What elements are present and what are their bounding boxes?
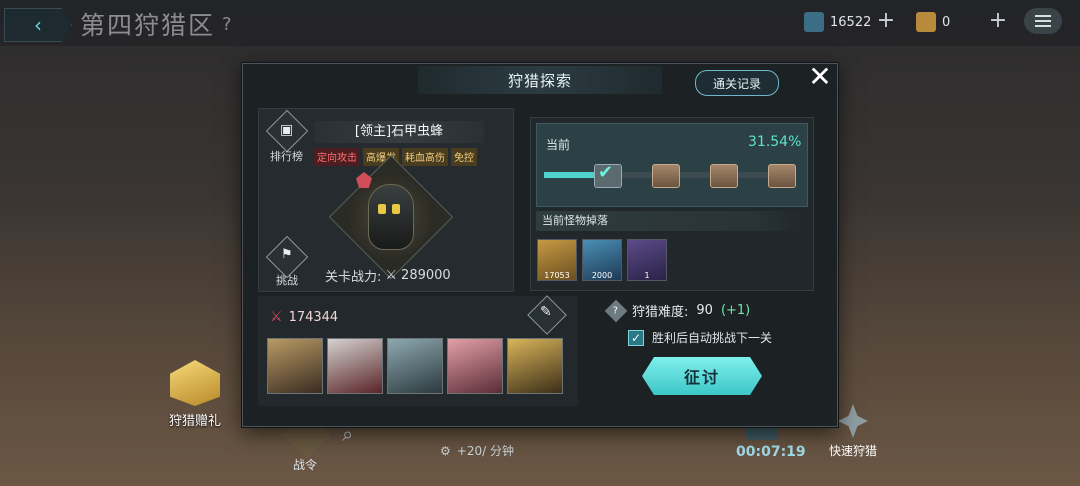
quick-hunt-icon: [838, 404, 868, 438]
team-power-value: 174344: [288, 309, 339, 325]
hero-slot[interactable]: [327, 338, 383, 394]
hero-slot[interactable]: [267, 338, 323, 394]
boss-eye: [378, 204, 386, 214]
reward-chest[interactable]: [710, 164, 738, 188]
reward-chest[interactable]: [652, 164, 680, 188]
boss-portrait: [368, 184, 414, 250]
gift-icon: [170, 360, 220, 406]
battle-pass-label: 战令: [293, 458, 318, 472]
hunt-gift-label: 狩猎赠礼: [168, 414, 221, 429]
stage-power-value: 289000: [401, 268, 451, 283]
drops-label: 当前怪物掉落: [536, 211, 804, 231]
boss-tag: 耗血高伤: [402, 148, 448, 166]
boss-tag: 定向攻击: [314, 148, 360, 166]
auto-challenge-checkbox[interactable]: ✓: [628, 329, 644, 346]
currency-a-value: 16522: [830, 14, 872, 30]
stage-power: 关卡战力: ⚔ 289000: [325, 266, 451, 285]
hunt-gift-button[interactable]: 狩猎赠礼: [162, 360, 228, 429]
add-currency-a-button[interactable]: +: [874, 10, 898, 34]
check-icon: ✔: [598, 162, 614, 183]
currency-b-value: 0: [942, 14, 951, 30]
menu-button[interactable]: [1024, 8, 1062, 34]
currency-a: 16522: [804, 8, 871, 36]
drop-count: 17053: [544, 271, 570, 280]
stage-power-label: 关卡战力:: [325, 270, 382, 285]
difficulty-value: 90: [696, 303, 713, 318]
clear-record-button[interactable]: 通关记录: [695, 70, 779, 96]
progress-percent: 31.54%: [748, 134, 802, 150]
hero-slot[interactable]: [387, 338, 443, 394]
currency-b: 0: [916, 8, 950, 36]
hero-slot[interactable]: [507, 338, 563, 394]
boss-tag: 免控: [451, 148, 477, 166]
shield-icon: ▣: [280, 122, 294, 138]
page-title: 第四狩猎区: [80, 11, 216, 40]
question-icon[interactable]: ?: [604, 299, 628, 322]
help-icon[interactable]: ?: [222, 14, 232, 35]
chevron-left-icon: ‹: [34, 13, 42, 37]
auto-challenge-label: 胜利后自动挑战下一关: [652, 331, 773, 345]
attack-button[interactable]: 征讨: [642, 357, 762, 395]
back-button[interactable]: ‹: [4, 8, 72, 42]
timer: 00:07:19: [736, 444, 806, 460]
team-power: ⚔ 174344: [270, 309, 338, 325]
flag-icon: ⚑: [281, 247, 293, 262]
auto-challenge-row[interactable]: ✓ 胜利后自动挑战下一关: [628, 329, 772, 346]
gold-cube-icon: [916, 12, 936, 32]
pencil-icon: ✎: [540, 304, 552, 320]
dialog-title: 狩猎探索: [418, 66, 662, 94]
hero-slot[interactable]: [447, 338, 503, 394]
add-currency-b-button[interactable]: +: [986, 10, 1010, 34]
drop-count: 2000: [591, 271, 613, 280]
income-rate-text: +20/ 分钟: [456, 444, 514, 458]
gear-icon: ⚙: [440, 443, 451, 458]
leaderboard-label: 排行榜: [270, 150, 303, 163]
difficulty-delta: (+1): [720, 303, 751, 318]
boss-name: [领主]石甲虫蜂: [314, 121, 484, 143]
close-button[interactable]: ✕: [806, 63, 834, 92]
drop-item-crystal[interactable]: 2000: [582, 239, 622, 281]
drop-item-drill[interactable]: 1: [627, 239, 667, 281]
difficulty-label: 狩猎难度:: [632, 305, 689, 320]
cube-currency-icon: [804, 12, 824, 32]
income-rate: ⚙ +20/ 分钟: [440, 442, 514, 459]
current-label: 当前: [546, 138, 571, 152]
boss-eye: [392, 204, 400, 214]
difficulty-row: ? 狩猎难度: 90 (+1): [604, 299, 751, 322]
drop-count: 1: [644, 271, 650, 280]
reward-chest[interactable]: [768, 164, 796, 188]
crossed-swords-icon: ⚔: [270, 309, 283, 325]
challenge-label: 挑战: [276, 274, 298, 287]
crossed-swords-icon: ⚔: [385, 268, 398, 283]
drop-item-gold-material[interactable]: 17053: [537, 239, 577, 281]
quick-hunt-label: 快速狩猎: [828, 444, 877, 458]
